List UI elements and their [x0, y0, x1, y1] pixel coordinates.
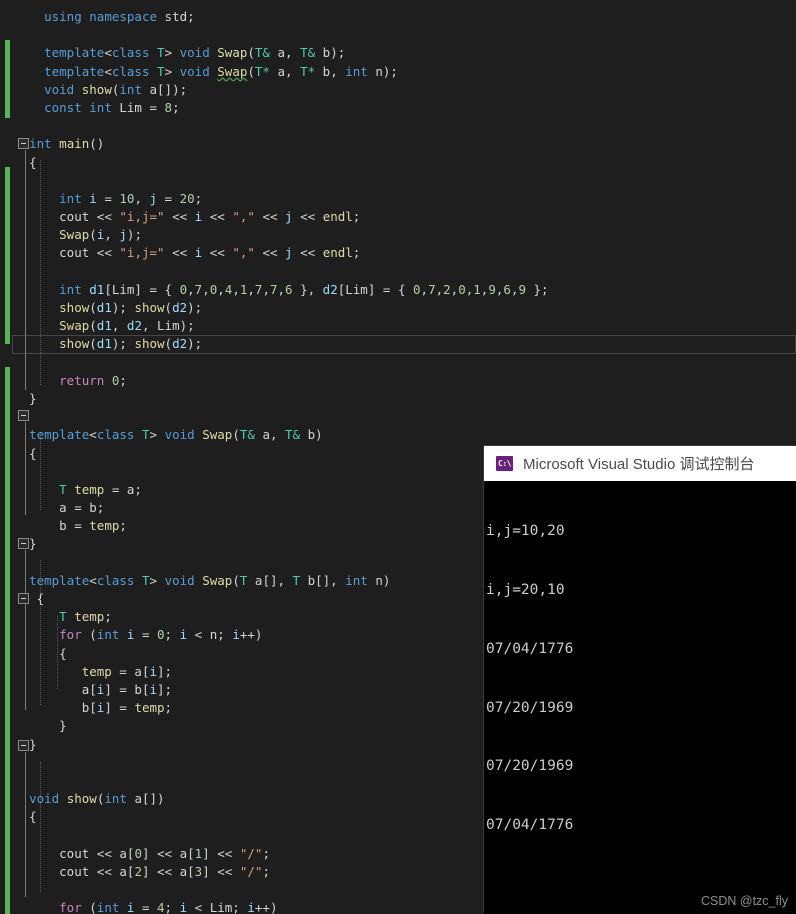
code-line[interactable]: show(d1); show(d2); — [0, 299, 796, 317]
code-line[interactable] — [0, 26, 796, 44]
console-output-line: 07/20/1969 — [486, 699, 574, 716]
code-line[interactable]: int main() — [0, 135, 796, 153]
code-line[interactable]: cout << "i,j=" << i << "," << j << endl; — [0, 208, 796, 226]
console-window-icon: C:\ — [496, 456, 513, 471]
code-line[interactable]: { — [0, 154, 796, 172]
console-output-line: i,j=10,20 — [486, 523, 565, 540]
gutter-change-bar — [5, 367, 10, 914]
code-line[interactable] — [0, 172, 796, 190]
console-output-line: 07/20/1969 — [486, 758, 574, 775]
code-line[interactable]: void show(int a[]); — [0, 81, 796, 99]
code-line[interactable] — [0, 117, 796, 135]
code-line[interactable] — [0, 354, 796, 372]
fold-toggle-swap-array-icon[interactable] — [18, 538, 29, 549]
code-line[interactable]: } — [0, 390, 796, 408]
code-line[interactable]: template<class T> void Swap(T& a, T& b); — [0, 44, 796, 62]
console-output-line: i,j=20,10 — [486, 581, 565, 598]
code-line[interactable]: using namespace std; — [0, 8, 796, 26]
csdn-watermark: CSDN @tzc_fly — [700, 894, 788, 908]
block-structure-guide — [40, 432, 41, 510]
console-output[interactable]: i,j=10,20 i,j=20,10 07/04/1776 07/20/196… — [484, 481, 796, 914]
block-structure-guide — [25, 150, 26, 390]
code-line[interactable]: cout << "i,j=" << i << "," << j << endl; — [0, 244, 796, 262]
console-window-title: Microsoft Visual Studio 调试控制台 — [523, 456, 755, 473]
fold-toggle-show-icon[interactable] — [18, 740, 29, 751]
code-line[interactable]: template<class T> void Swap(T& a, T& b) — [0, 426, 796, 444]
fold-toggle-for-loop-icon[interactable] — [18, 593, 29, 604]
code-line[interactable]: Swap(i, j); — [0, 226, 796, 244]
console-output-line-blank — [486, 875, 796, 895]
console-output-line: 07/04/1776 — [486, 817, 574, 834]
gutter-change-bar — [5, 40, 10, 118]
code-line[interactable]: int d1[Lim] = { 0,7,0,4,1,7,7,6 }, d2[Li… — [0, 281, 796, 299]
fold-toggle-main-icon[interactable] — [18, 138, 29, 149]
code-line[interactable]: int i = 10, j = 20; — [0, 190, 796, 208]
console-titlebar[interactable]: C:\ Microsoft Visual Studio 调试控制台 — [484, 446, 796, 481]
code-line-current[interactable]: show(d1); show(d2); — [0, 335, 796, 354]
gutter-change-bar — [5, 167, 10, 344]
code-line[interactable]: return 0; — [0, 372, 796, 390]
code-line[interactable] — [0, 408, 796, 426]
code-line[interactable]: template<class T> void Swap(T* a, T* b, … — [0, 63, 796, 81]
code-line[interactable] — [0, 263, 796, 281]
console-output-line: 07/04/1776 — [486, 640, 574, 657]
fold-toggle-swap-ref-icon[interactable] — [18, 410, 29, 421]
code-line[interactable]: const int Lim = 8; — [0, 99, 796, 117]
console-icon-glyph: C:\ — [498, 458, 511, 468]
console-window[interactable]: C:\ Microsoft Visual Studio 调试控制台 i,j=10… — [484, 446, 796, 914]
code-line[interactable]: Swap(d1, d2, Lim); — [0, 317, 796, 335]
